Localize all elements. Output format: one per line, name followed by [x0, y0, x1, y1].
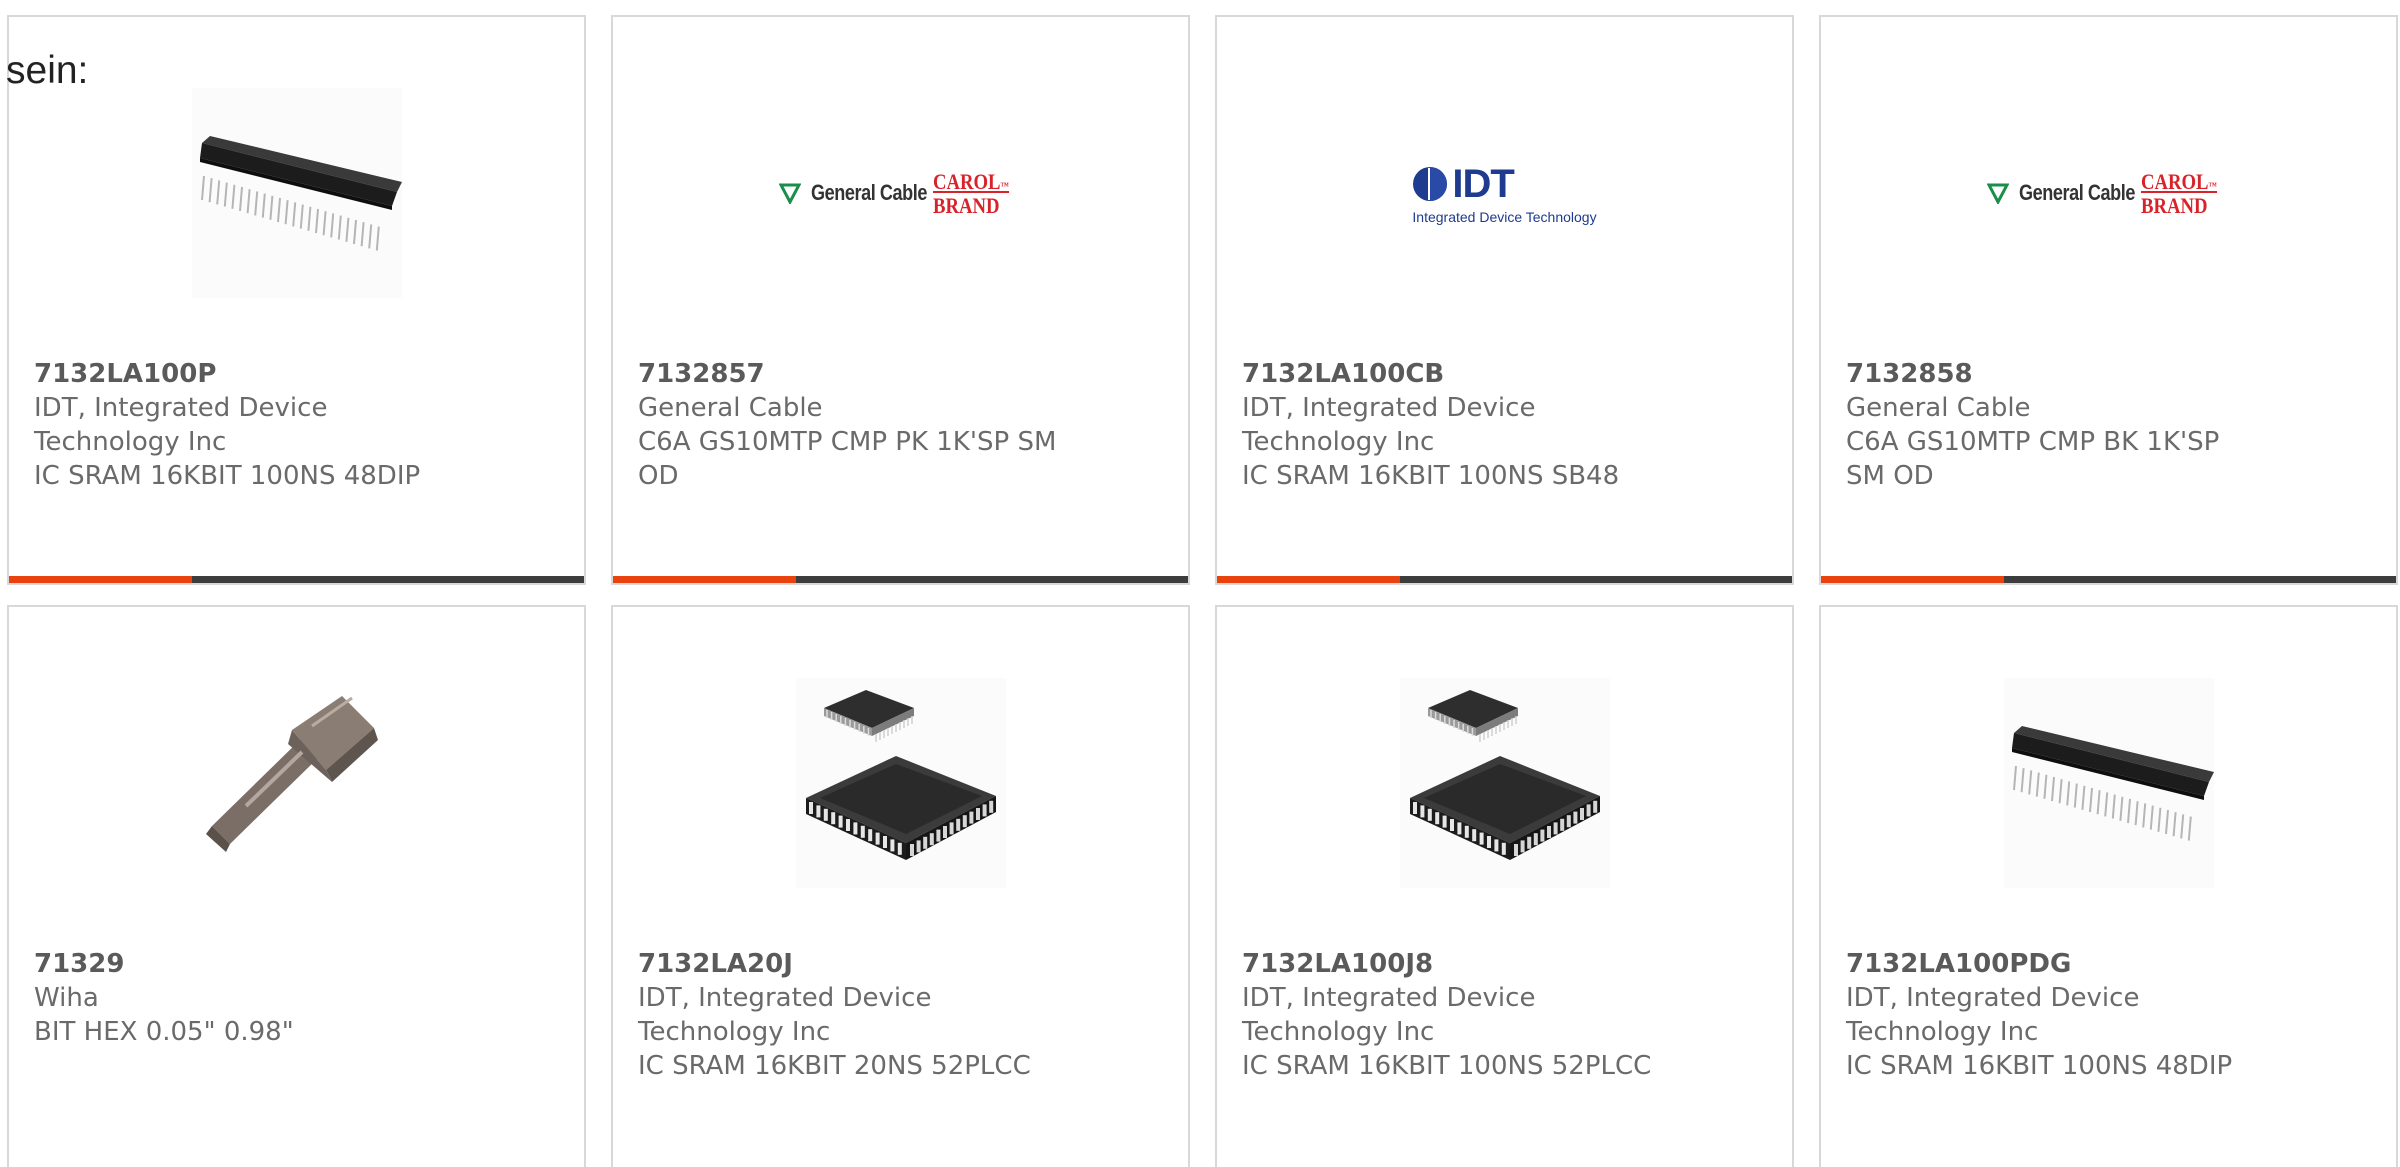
- card-bar-accent: [613, 576, 796, 583]
- intro-text: sein:: [6, 49, 89, 92]
- card-bar-accent: [1821, 576, 2004, 583]
- product-info: 7132857 General Cable C6A GS10MTP CMP PK 1…: [638, 357, 1168, 493]
- dip-chip-icon: [2003, 678, 2214, 888]
- product-description: C6A GS10MTP CMP BK 1K'SP SM OD: [1846, 427, 2220, 491]
- card-bar-accent: [9, 576, 192, 583]
- dip-chip-icon: [191, 88, 402, 298]
- idt-logo: IDT Integrated Device Technology: [1412, 161, 1597, 225]
- product-card[interactable]: 7132LA100PDG IDT, Integrated Device Techn…: [1819, 605, 2398, 1167]
- product-card[interactable]: 71329 Wiha BIT HEX 0.05" 0.98": [7, 605, 586, 1167]
- product-description: IC SRAM 16KBIT 100NS 52PLCC: [1242, 1051, 1652, 1081]
- product-card[interactable]: IDT Integrated Device Technology 7132LA100…: [1215, 15, 1794, 585]
- product-info: 7132LA20J IDT, Integrated Device Technolo…: [638, 947, 1168, 1083]
- general-cable-emblem-icon: [779, 183, 802, 204]
- product-part-number[interactable]: 7132LA20J: [638, 947, 1168, 981]
- card-bar-track: [2004, 576, 2396, 583]
- card-bottom-bar: [1821, 576, 2396, 583]
- product-card[interactable]: 7132LA100P IDT, Integrated Device Technol…: [7, 15, 586, 585]
- product-info: 7132LA100J8 IDT, Integrated Device Techno…: [1242, 947, 1772, 1083]
- card-bottom-bar: [1217, 576, 1792, 583]
- hex-bit-icon: [191, 678, 402, 888]
- product-info: 7132LA100CB IDT, Integrated Device Techno…: [1242, 357, 1772, 493]
- product-description: IC SRAM 16KBIT 20NS 52PLCC: [638, 1051, 1031, 1081]
- product-card[interactable]: 7132LA100J8 IDT, Integrated Device Techno…: [1215, 605, 1794, 1167]
- product-manufacturer: Wiha: [34, 983, 99, 1013]
- card-bar-accent: [1217, 576, 1400, 583]
- product-info: 7132LA100P IDT, Integrated Device Technol…: [34, 357, 564, 493]
- product-card[interactable]: General Cable CAROL™ BRAND 7132858 General C…: [1819, 15, 2398, 585]
- product-manufacturer: General Cable: [638, 393, 823, 423]
- product-image[interactable]: IDT Integrated Device Technology: [1217, 87, 1792, 299]
- product-description: IC SRAM 16KBIT 100NS 48DIP: [1846, 1051, 2233, 1081]
- product-info: 71329 Wiha BIT HEX 0.05" 0.98": [34, 947, 564, 1049]
- product-image[interactable]: General Cable CAROL™ BRAND: [613, 87, 1188, 299]
- product-manufacturer: General Cable: [1846, 393, 2031, 423]
- product-part-number[interactable]: 7132858: [1846, 357, 2376, 391]
- product-grid: 7132LA100P IDT, Integrated Device Technol…: [7, 15, 2398, 1167]
- product-info: 7132LA100PDG IDT, Integrated Device Techn…: [1846, 947, 2376, 1083]
- general-cable-logo: General Cable CAROL™ BRAND: [1987, 170, 2230, 216]
- product-image[interactable]: [613, 677, 1188, 889]
- product-part-number[interactable]: 7132LA100J8: [1242, 947, 1772, 981]
- product-part-number[interactable]: 7132857: [638, 357, 1168, 391]
- product-manufacturer: IDT, Integrated Device Technology Inc: [1846, 983, 2140, 1047]
- product-info: 7132858 General Cable C6A GS10MTP CMP BK 1…: [1846, 357, 2376, 493]
- product-manufacturer: IDT, Integrated Device Technology Inc: [34, 393, 328, 457]
- product-description: IC SRAM 16KBIT 100NS 48DIP: [34, 461, 421, 491]
- product-card[interactable]: 7132LA20J IDT, Integrated Device Technolo…: [611, 605, 1190, 1167]
- product-description: C6A GS10MTP CMP PK 1K'SP SM OD: [638, 427, 1057, 491]
- product-part-number[interactable]: 7132LA100P: [34, 357, 564, 391]
- plcc-chip-icon: [795, 678, 1006, 888]
- product-part-number[interactable]: 7132LA100CB: [1242, 357, 1772, 391]
- card-bottom-bar: [613, 576, 1188, 583]
- product-manufacturer: IDT, Integrated Device Technology Inc: [1242, 393, 1536, 457]
- product-part-number[interactable]: 71329: [34, 947, 564, 981]
- product-description: IC SRAM 16KBIT 100NS SB48: [1242, 461, 1620, 491]
- idt-emblem-icon: [1413, 167, 1448, 201]
- search-results-page: sein: 7132LA100P IDT, Integrated Device T…: [0, 0, 2400, 1167]
- product-manufacturer: IDT, Integrated Device Technology Inc: [638, 983, 932, 1047]
- card-bar-track: [192, 576, 584, 583]
- card-bar-track: [796, 576, 1188, 583]
- plcc-chip-icon: [1399, 678, 1610, 888]
- product-description: BIT HEX 0.05" 0.98": [34, 1017, 294, 1047]
- general-cable-logo: General Cable CAROL™ BRAND: [779, 170, 1022, 216]
- product-image[interactable]: [9, 87, 584, 299]
- product-image[interactable]: [1217, 677, 1792, 889]
- general-cable-emblem-icon: [1987, 183, 2010, 204]
- card-bottom-bar: [9, 576, 584, 583]
- card-bar-track: [1400, 576, 1792, 583]
- product-image[interactable]: [9, 677, 584, 889]
- product-manufacturer: IDT, Integrated Device Technology Inc: [1242, 983, 1536, 1047]
- product-image[interactable]: General Cable CAROL™ BRAND: [1821, 87, 2396, 299]
- product-image[interactable]: [1821, 677, 2396, 889]
- product-part-number[interactable]: 7132LA100PDG: [1846, 947, 2376, 981]
- product-card[interactable]: General Cable CAROL™ BRAND 7132857 General C…: [611, 15, 1190, 585]
